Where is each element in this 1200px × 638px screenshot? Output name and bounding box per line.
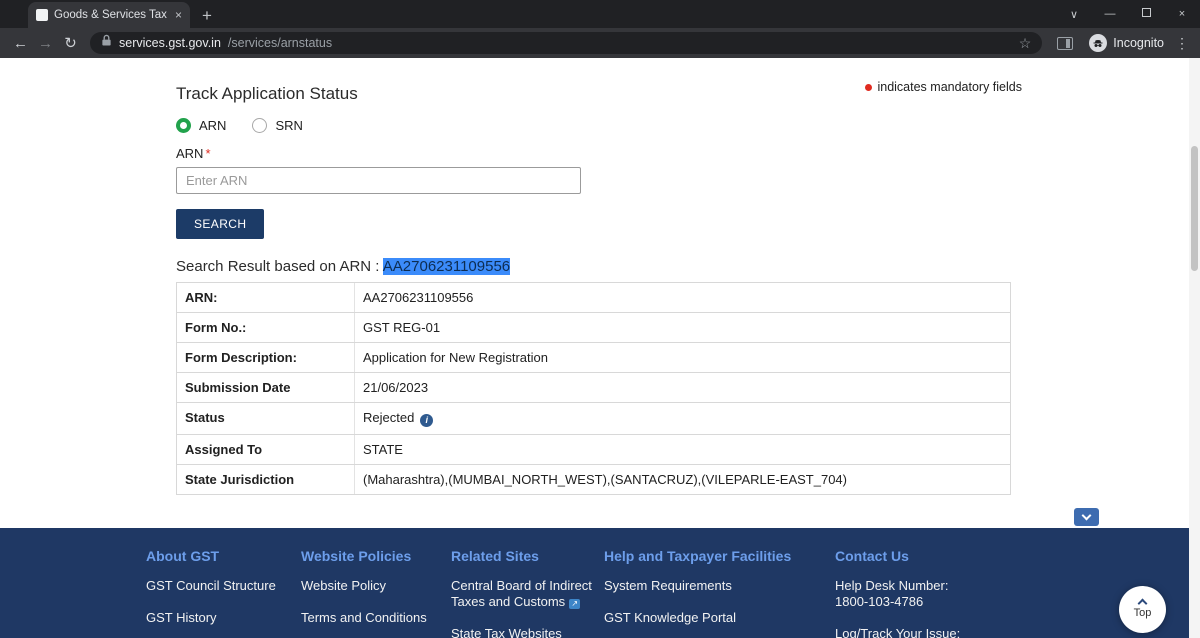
footer-heading: Contact Us [835, 548, 909, 564]
radio-srn[interactable]: SRN [252, 118, 303, 133]
browser-menu-icon[interactable]: ⋮ [1172, 35, 1192, 52]
footer-link[interactable]: State Tax Websites [451, 626, 592, 638]
tab-title: Goods & Services Tax (GST) | Trac [54, 9, 169, 21]
footer-link[interactable]: Website Policy [301, 578, 439, 594]
footer-link[interactable]: Help Desk Number: 1800-103-4786 [835, 578, 983, 610]
row-value: STATE [363, 442, 403, 457]
scroll-down-button[interactable] [1074, 508, 1099, 526]
arn-field-label: ARN * [176, 146, 211, 161]
table-row: Form Description: Application for New Reg… [177, 343, 1010, 373]
table-row: Status Rejected i [177, 403, 1010, 435]
mandatory-dot-icon [865, 83, 873, 91]
external-link-icon: ↗ [569, 599, 581, 609]
row-value: 21/06/2023 [363, 380, 429, 395]
row-label: Form Description: [177, 343, 355, 372]
table-row: Form No.: GST REG-01 [177, 313, 1010, 343]
search-button[interactable]: SEARCH [176, 209, 265, 239]
row-value: Application for New Registration [363, 350, 548, 365]
table-row: ARN: AA2706231109556 [177, 283, 1010, 313]
row-value: (Maharashtra),(MUMBAI_NORTH_WEST),(SANTA… [363, 472, 847, 487]
top-button-label: Top [1133, 607, 1152, 619]
browser-toolbar: ← → ↻ services.gst.gov.in /services/arns… [0, 28, 1200, 58]
info-icon[interactable]: i [420, 414, 434, 427]
row-label: Status [177, 403, 355, 434]
radio-selected-icon[interactable] [176, 118, 191, 133]
close-window-icon[interactable]: × [1164, 8, 1200, 20]
result-prefix: Search Result based on ARN : [176, 258, 383, 275]
back-icon[interactable]: ← [8, 36, 33, 51]
scrollbar-thumb[interactable] [1191, 146, 1198, 271]
footer-heading: Help and Taxpayer Facilities [604, 548, 792, 564]
footer-link[interactable]: Log/Track Your Issue: [835, 626, 983, 638]
footer-heading: Related Sites [451, 548, 539, 564]
address-bar[interactable]: services.gst.gov.in /services/arnstatus … [90, 32, 1043, 54]
row-label: Assigned To [177, 435, 355, 464]
footer-heading: Website Policies [301, 548, 412, 564]
window-controls: ∨ — × [1056, 0, 1200, 28]
footer-link[interactable]: Terms and Conditions [301, 610, 439, 626]
minimize-icon[interactable]: — [1092, 8, 1128, 20]
url-path: /services/arnstatus [227, 36, 333, 50]
search-type-radio-group: ARN SRN [176, 118, 1022, 133]
footer-link[interactable]: GST Council Structure [146, 578, 289, 594]
row-value: Rejected i [355, 403, 1010, 434]
row-label: Form No.: [177, 313, 355, 342]
table-row: State Jurisdiction (Maharashtra),(MUMBAI_… [177, 465, 1010, 494]
radio-unselected-icon[interactable] [252, 118, 268, 133]
side-panel-icon[interactable] [1057, 36, 1074, 50]
footer-heading: About GST [146, 548, 220, 564]
footer-link[interactable]: System Requirements [604, 578, 823, 594]
footer-column: Contact Us Help Desk Number: 1800-103-478… [835, 548, 995, 638]
arn-input[interactable] [176, 167, 581, 194]
footer-link[interactable]: GST History [146, 610, 289, 626]
radio-arn-label: ARN [199, 118, 227, 133]
row-value: GST REG-01 [363, 320, 441, 335]
tab-close-icon[interactable]: × [175, 8, 182, 22]
footer-column: Website Policies Website Policy Terms and … [301, 548, 451, 638]
bookmark-star-icon[interactable]: ☆ [1019, 35, 1032, 52]
tab-favicon-icon [36, 9, 48, 21]
result-arn-highlighted: AA2706231109556 [382, 258, 511, 275]
page-content: indicates mandatory fields Track Applica… [0, 58, 1200, 528]
maximize-icon[interactable] [1128, 8, 1164, 20]
row-label: State Jurisdiction [177, 465, 355, 494]
table-row: Submission Date 21/06/2023 [177, 373, 1010, 403]
tab-search-icon[interactable]: ∨ [1056, 8, 1092, 21]
mandatory-note-text: indicates mandatory fields [877, 80, 1022, 94]
row-label: Submission Date [177, 373, 355, 402]
url-host: services.gst.gov.in [119, 36, 221, 50]
new-tab-button[interactable]: + [202, 7, 212, 24]
incognito-badge: Incognito [1089, 34, 1164, 52]
reload-icon[interactable]: ↻ [58, 36, 83, 51]
required-asterisk: * [205, 146, 211, 161]
row-label: ARN: [177, 283, 355, 312]
radio-srn-label: SRN [275, 118, 303, 133]
footer-link[interactable]: GST Knowledge Portal [604, 610, 823, 626]
back-to-top-button[interactable]: Top [1119, 586, 1166, 633]
page-scrollbar[interactable] [1189, 58, 1200, 638]
browser-tab[interactable]: Goods & Services Tax (GST) | Trac × [28, 2, 190, 28]
footer-column: About GST GST Council Structure GST Histor… [146, 548, 301, 638]
row-value: AA2706231109556 [363, 290, 474, 305]
forward-icon[interactable]: → [33, 36, 58, 51]
tab-strip: Goods & Services Tax (GST) | Trac × + ∨ … [0, 0, 1200, 28]
radio-arn[interactable]: ARN [176, 118, 226, 133]
incognito-avatar-icon [1089, 34, 1108, 52]
incognito-label: Incognito [1113, 36, 1164, 50]
footer-link[interactable]: Central Board of Indirect Taxes and Cust… [451, 578, 592, 610]
search-result-heading: Search Result based on ARN : AA270623110… [176, 258, 1022, 275]
table-row: Assigned To STATE [177, 435, 1010, 465]
footer-column: Related Sites Central Board of Indirect T… [451, 548, 604, 638]
page-footer: About GST GST Council Structure GST Histor… [0, 528, 1200, 638]
mandatory-fields-note: indicates mandatory fields [865, 80, 1022, 94]
browser-chrome: Goods & Services Tax (GST) | Trac × + ∨ … [0, 0, 1200, 58]
chevron-down-icon [1081, 510, 1092, 520]
result-table: ARN: AA2706231109556 Form No.: GST REG-01 Fo… [176, 282, 1011, 495]
footer-column: Help and Taxpayer Facilities System Requi… [604, 548, 835, 638]
lock-icon [101, 34, 112, 52]
